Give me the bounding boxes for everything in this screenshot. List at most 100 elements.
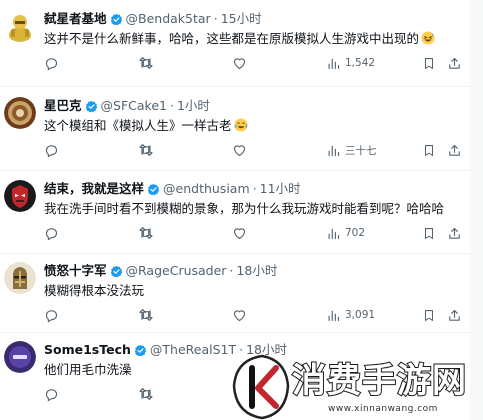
share-icon [449,57,460,69]
reply-button[interactable] [44,306,59,324]
views-button[interactable]: 702 [326,224,365,242]
tweet-header: 星巴克 @SFCake1 · 1小时 [44,97,210,115]
repost-button[interactable] [138,224,154,242]
tweet[interactable]: 弑星者基地 @Bendak5tar · 15小时 这并不是什么新鲜事，哈哈，这些都是在… [0,10,470,80]
timestamp[interactable]: 11小时 [260,181,301,196]
tweet-text: 模糊得根本没法玩 [44,283,145,298]
bookmark-button[interactable] [422,141,436,159]
avatar[interactable] [4,341,36,373]
reply-button[interactable] [44,141,59,159]
tweet-text-content: 这个模组和《模拟人生》一样古老 [44,118,232,133]
avatar[interactable] [4,97,36,129]
tweet-text: 他们用毛巾洗澡 [44,362,132,377]
crusader-helmet-avatar-icon [4,262,36,294]
like-button[interactable] [232,141,247,159]
view-count: 1,542 [345,57,376,69]
display-name[interactable]: Some1sTech [44,342,131,357]
tweet-text-content: 这并不是什么新鲜事，哈哈，这些都是在原版模拟人生游戏中出现的 [44,31,420,46]
tweet-actions: 702 [44,224,464,242]
armored-knight-avatar-icon [4,10,36,42]
reply-icon [45,57,58,70]
repost-button[interactable] [138,385,154,403]
tears-of-joy-emoji-icon [234,118,248,132]
reply-icon [45,227,58,240]
bookmark-button[interactable] [422,306,436,324]
separator: · [252,181,257,196]
repost-button[interactable] [138,141,154,159]
share-button[interactable] [447,54,462,72]
handle[interactable]: @SFCake1 [101,98,167,113]
verified-badge-icon [110,13,123,31]
separator: · [229,263,234,278]
tweet-header: 结束，我就是这样 @endthusiam · 11小时 [44,180,301,198]
tweet[interactable]: 星巴克 @SFCake1 · 1小时 这个模组和《模拟人生》一样古老 三十七 [0,97,470,167]
repost-button[interactable] [138,306,154,324]
handle[interactable]: @Bendak5tar [126,11,211,26]
repost-icon [139,309,153,321]
bookmark-icon [424,57,434,69]
divider [0,86,470,87]
timestamp[interactable]: 1小时 [177,98,210,113]
repost-icon [139,388,153,400]
timestamp[interactable]: 15小时 [221,11,262,26]
bookmark-button[interactable] [422,54,436,72]
like-button[interactable] [232,306,247,324]
share-icon [449,144,460,156]
views-button[interactable]: 3,091 [326,306,375,324]
display-name[interactable]: 愤怒十字军 [44,263,107,278]
view-count: 三十七 [345,144,377,157]
tweet-actions: 3,091 [44,306,464,324]
tweet-actions: 三十七 [44,141,464,159]
views-button[interactable]: 三十七 [326,141,377,159]
share-button[interactable] [447,306,462,324]
laughing-sweat-emoji-icon [421,31,435,45]
reply-icon [45,144,58,157]
like-button[interactable] [232,224,247,242]
views-button[interactable]: 1,542 [326,54,375,72]
tweet-actions: 1,542 [44,54,464,72]
reply-icon [45,388,58,401]
divider [0,253,470,254]
views-chart-icon [328,228,340,239]
divider [0,332,470,333]
display-name[interactable]: 弑星者基地 [44,11,107,26]
tweet[interactable]: 结束，我就是这样 @endthusiam · 11小时 我在洗手间时看不到模糊的景象，… [0,180,470,250]
view-count: 3,091 [345,309,376,321]
views-chart-icon [328,145,340,156]
heart-icon [233,309,246,321]
display-name[interactable]: 星巴克 [44,98,82,113]
display-name[interactable]: 结束，我就是这样 [44,181,144,196]
some1stech-logo-avatar-icon [4,341,36,373]
watermark: 消费手游网 www.xinnanwang.com [232,352,483,420]
red-mask-avatar-icon [4,180,36,212]
handle[interactable]: @TheRealS1T [150,342,236,357]
tweet[interactable]: 愤怒十字军 @RageCrusader · 18小时 模糊得根本没法玩 3,091 [0,262,470,332]
repost-button[interactable] [138,54,154,72]
watermark-title: 消费手游网 [291,361,467,401]
avatar[interactable] [4,10,36,42]
reply-button[interactable] [44,385,59,403]
repost-icon [139,144,153,156]
tweet-header: 弑星者基地 @Bendak5tar · 15小时 [44,10,262,28]
handle[interactable]: @endthusiam [163,181,250,196]
avatar[interactable] [4,262,36,294]
views-chart-icon [328,310,340,321]
share-button[interactable] [447,141,462,159]
like-button[interactable] [232,54,247,72]
share-icon [449,309,460,321]
k-leaf-logo-icon [232,354,290,420]
avatar[interactable] [4,180,36,212]
heart-icon [233,57,246,69]
share-button[interactable] [447,224,462,242]
tweet-header: 愤怒十字军 @RageCrusader · 18小时 [44,262,277,280]
reply-button[interactable] [44,224,59,242]
handle[interactable]: @RageCrusader [126,263,227,278]
divider [0,170,470,171]
verified-badge-icon [134,344,147,362]
bookmark-icon [424,309,434,321]
timestamp[interactable]: 18小时 [236,263,277,278]
bookmark-button[interactable] [422,224,436,242]
views-chart-icon [328,58,340,69]
tweet-text: 这并不是什么新鲜事，哈哈，这些都是在原版模拟人生游戏中出现的 [44,30,435,48]
reply-button[interactable] [44,54,59,72]
